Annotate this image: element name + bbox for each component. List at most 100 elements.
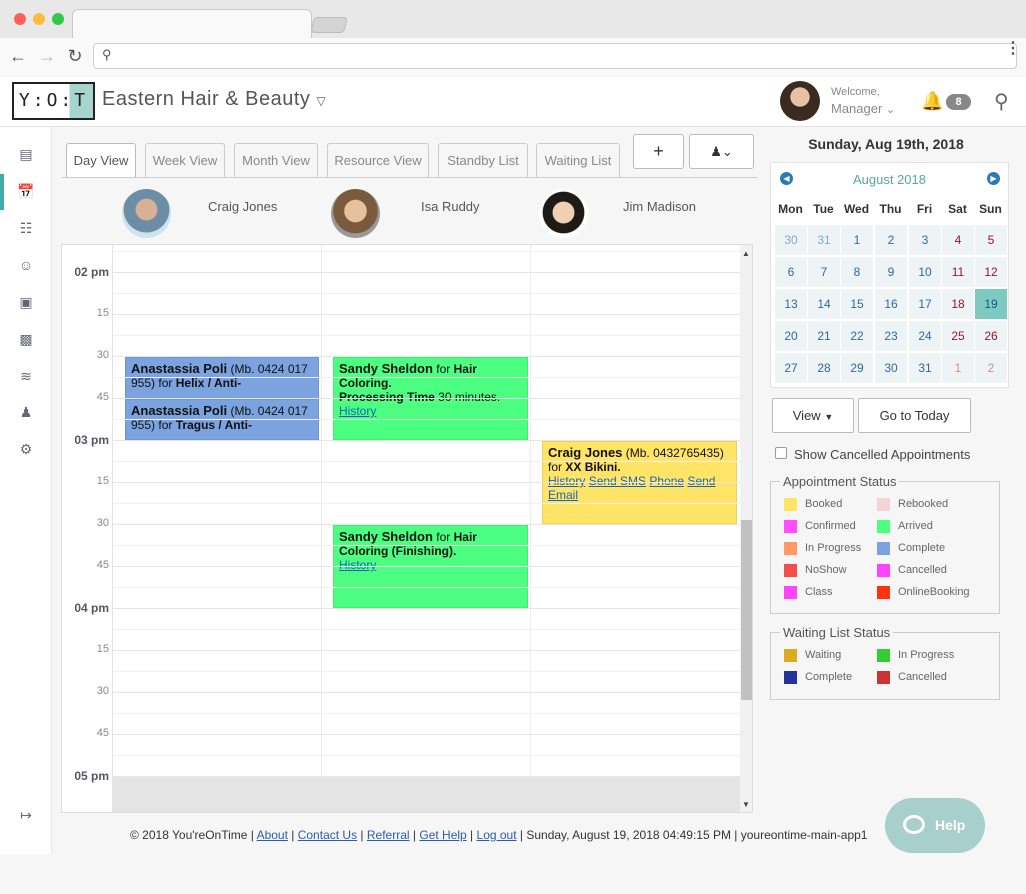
view-dropdown-button[interactable]: View ▼ xyxy=(772,398,854,433)
next-month-icon[interactable]: ▶ xyxy=(987,172,1000,185)
calendar-day[interactable]: 2 xyxy=(875,225,907,255)
user-avatar[interactable] xyxy=(780,81,820,121)
calendar-day[interactable]: 26 xyxy=(975,321,1007,351)
calendar-day[interactable]: 31 xyxy=(909,353,941,383)
forward-icon[interactable]: → xyxy=(36,45,58,67)
half-gridline xyxy=(113,755,740,756)
tab-month-view[interactable]: Month View xyxy=(234,143,318,178)
staff-filter-button[interactable]: ♟⌄ xyxy=(689,134,754,169)
calendar-day[interactable]: 14 xyxy=(808,289,840,319)
calendar-day[interactable]: 30 xyxy=(775,225,807,255)
tab-waiting-list[interactable]: Waiting List xyxy=(536,143,620,178)
waiting-status-title: Waiting List Status xyxy=(783,625,891,640)
time-label: 15 xyxy=(96,643,109,655)
calendar-day[interactable]: 7 xyxy=(808,257,840,287)
staff-icon[interactable]: ♟ xyxy=(0,401,52,423)
calendar-day[interactable]: 24 xyxy=(909,321,941,351)
notification-badge[interactable]: 8 xyxy=(946,94,971,110)
invoice-icon[interactable]: ▩ xyxy=(0,328,52,350)
send-sms-link[interactable]: Send SMS xyxy=(589,474,646,488)
yot-logo[interactable]: Y:O:T xyxy=(12,82,95,120)
calendar-icon[interactable]: 📅 xyxy=(0,180,52,202)
scroll-up-icon[interactable]: ▲ xyxy=(742,249,750,258)
footer-contact-link[interactable]: Contact Us xyxy=(298,828,357,842)
footer-logout-link[interactable]: Log out xyxy=(477,828,517,842)
scroll-down-icon[interactable]: ▼ xyxy=(742,800,750,809)
dashboard-icon[interactable]: ▤ xyxy=(0,143,52,165)
calendar-day[interactable]: 18 xyxy=(942,289,974,319)
reports-icon[interactable]: ≋ xyxy=(0,365,52,387)
calendar-day[interactable]: 27 xyxy=(775,353,807,383)
calendar-day[interactable]: 31 xyxy=(808,225,840,255)
calendar-day[interactable]: 19 xyxy=(975,289,1007,319)
user-menu[interactable]: Manager ⌄ xyxy=(831,101,895,116)
chat-bubble-icon xyxy=(903,815,925,834)
calendar-day[interactable]: 20 xyxy=(775,321,807,351)
day-schedule-grid[interactable]: ▲ ▼ Anastassia Poli (Mb. 0424 017 955) f… xyxy=(61,244,753,813)
bell-icon[interactable]: 🔔 xyxy=(921,91,943,112)
tab-week-view[interactable]: Week View xyxy=(145,143,225,178)
footer-help-link[interactable]: Get Help xyxy=(419,828,466,842)
calendar-day[interactable]: 4 xyxy=(942,225,974,255)
appointment-anastassia-helix[interactable]: Anastassia Poli (Mb. 0424 017 955) for H… xyxy=(125,357,319,399)
calendar-day[interactable]: 11 xyxy=(942,257,974,287)
calendar-day[interactable]: 25 xyxy=(942,321,974,351)
calendar-day[interactable]: 6 xyxy=(775,257,807,287)
back-icon[interactable]: ← xyxy=(7,45,29,67)
avatar-jim-madison xyxy=(539,189,588,238)
calendar-day[interactable]: 9 xyxy=(875,257,907,287)
history-link[interactable]: History xyxy=(339,558,376,572)
add-appointment-button[interactable]: + xyxy=(633,134,684,169)
show-cancelled-checkbox[interactable] xyxy=(775,447,787,459)
history-link[interactable]: History xyxy=(548,474,585,488)
footer-about-link[interactable]: About xyxy=(257,828,288,842)
tab-day-view[interactable]: Day View xyxy=(66,143,136,178)
footer-referral-link[interactable]: Referral xyxy=(367,828,410,842)
new-tab-button[interactable] xyxy=(310,17,348,33)
close-window-icon[interactable] xyxy=(14,13,26,25)
business-switcher[interactable]: Eastern Hair & Beauty ▽ xyxy=(102,88,326,111)
calendar-day[interactable]: 15 xyxy=(841,289,873,319)
time-label: 04 pm xyxy=(74,601,109,615)
calendar-day[interactable]: 10 xyxy=(909,257,941,287)
calendar-day[interactable]: 5 xyxy=(975,225,1007,255)
weekday-label: Thu xyxy=(879,202,902,216)
go-to-today-button[interactable]: Go to Today xyxy=(858,398,971,433)
clients-icon[interactable]: ☺ xyxy=(0,254,52,276)
maximize-window-icon[interactable] xyxy=(52,13,64,25)
tab-resource-view[interactable]: Resource View xyxy=(327,143,429,178)
calendar-day[interactable]: 3 xyxy=(909,225,941,255)
search-icon[interactable]: ⚲ xyxy=(994,89,1009,114)
calendar-day[interactable]: 30 xyxy=(875,353,907,383)
calendar-day[interactable]: 16 xyxy=(875,289,907,319)
status-swatch xyxy=(877,542,890,555)
calendar-day[interactable]: 12 xyxy=(975,257,1007,287)
calendar-day[interactable]: 23 xyxy=(875,321,907,351)
grid-scroll-thumb[interactable] xyxy=(741,520,752,700)
calendar-day[interactable]: 22 xyxy=(841,321,873,351)
logout-icon[interactable]: ↦ xyxy=(0,804,52,826)
calendar-month-label: August 2018 xyxy=(852,172,926,187)
browser-tab[interactable] xyxy=(72,9,312,40)
history-link[interactable]: History xyxy=(339,404,376,418)
calendar-day[interactable]: 2 xyxy=(975,353,1007,383)
calendar-day[interactable]: 29 xyxy=(841,353,873,383)
phone-link[interactable]: Phone xyxy=(649,474,684,488)
inbox-icon[interactable]: ▣ xyxy=(0,291,52,313)
calendar-day[interactable]: 8 xyxy=(841,257,873,287)
calendar-day[interactable]: 28 xyxy=(808,353,840,383)
tab-standby-list[interactable]: Standby List xyxy=(438,143,528,178)
settings-icon[interactable]: ⚙ xyxy=(0,438,52,460)
receipt-icon[interactable]: ☷ xyxy=(0,217,52,239)
calendar-day[interactable]: 1 xyxy=(841,225,873,255)
address-bar[interactable]: ⚲ xyxy=(93,43,1017,69)
calendar-day[interactable]: 21 xyxy=(808,321,840,351)
browser-menu-icon[interactable]: ⋮ xyxy=(1005,41,1021,57)
reload-icon[interactable]: ↻ xyxy=(64,45,86,67)
calendar-day[interactable]: 17 xyxy=(909,289,941,319)
calendar-day[interactable]: 13 xyxy=(775,289,807,319)
minimize-window-icon[interactable] xyxy=(33,13,45,25)
half-gridline xyxy=(113,545,740,546)
calendar-day[interactable]: 1 xyxy=(942,353,974,383)
help-button[interactable]: Help xyxy=(885,798,985,853)
